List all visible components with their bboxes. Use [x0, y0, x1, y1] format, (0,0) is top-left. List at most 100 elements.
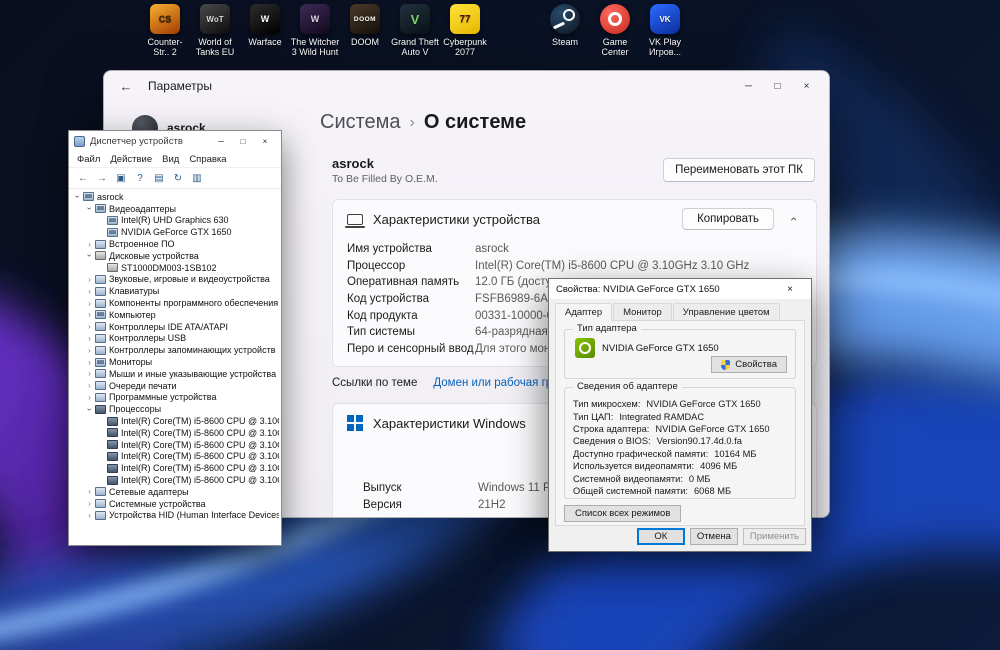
- tree-expander-icon[interactable]: ›: [85, 369, 94, 378]
- desktop-icon-doom[interactable]: DOOM DOOM: [340, 4, 390, 47]
- desktop-icon-cyberpunk[interactable]: 77 Cyberpunk 2077: [440, 4, 490, 57]
- tree-expander-icon[interactable]: ›: [85, 405, 94, 414]
- list-all-modes-button[interactable]: Список всех режимов: [564, 505, 682, 522]
- menu-item[interactable]: Вид: [157, 154, 184, 165]
- tree-expander-icon[interactable]: ›: [85, 487, 94, 496]
- tree-item[interactable]: ST1000DM003-1SB102: [71, 262, 279, 274]
- tree-expander-icon[interactable]: ›: [85, 251, 94, 260]
- spec-row: Сведения о BIOS: Version90.17.4d.0.fa: [573, 435, 791, 447]
- tree-item[interactable]: › Сетевые адаптеры: [71, 486, 279, 498]
- menu-item[interactable]: Действие: [105, 154, 157, 165]
- tree-expander-icon[interactable]: ›: [85, 393, 94, 402]
- tree-item[interactable]: › Контроллеры IDE ATA/ATAPI: [71, 321, 279, 333]
- tree-expander-icon[interactable]: ›: [85, 346, 94, 355]
- back-icon[interactable]: ←: [75, 170, 91, 186]
- minimize-button[interactable]: ─: [210, 133, 232, 149]
- cancel-button[interactable]: Отмена: [689, 528, 738, 545]
- menu-item[interactable]: Файл: [72, 154, 105, 165]
- rename-pc-button[interactable]: Переименовать этот ПК: [663, 158, 815, 182]
- software-component-icon: [95, 298, 106, 308]
- ok-button[interactable]: ОК: [636, 528, 685, 545]
- copy-button[interactable]: Копировать: [682, 208, 774, 230]
- adapter-properties-button[interactable]: Свойства: [711, 356, 787, 373]
- tree-item[interactable]: › Очереди печати: [71, 380, 279, 392]
- tree-expander-icon[interactable]: ›: [85, 322, 94, 331]
- tree-expander-icon[interactable]: ›: [85, 381, 94, 390]
- tree-item[interactable]: › Звуковые, игровые и видеоустройства: [71, 274, 279, 286]
- maximize-button[interactable]: □: [232, 133, 254, 149]
- console-icon[interactable]: ▣: [113, 170, 129, 186]
- mouse-icon: [95, 369, 106, 379]
- close-button[interactable]: ×: [792, 74, 821, 98]
- maximize-button[interactable]: □: [763, 74, 792, 98]
- desktop-icon-steam[interactable]: Steam: [540, 4, 590, 47]
- spec-label: Версия: [363, 498, 402, 511]
- tree-item[interactable]: Intel(R) Core(TM) i5-8600 CPU @ 3.10GHz: [71, 451, 279, 463]
- refresh-icon[interactable]: ↻: [170, 170, 186, 186]
- tree-expander-icon[interactable]: ›: [85, 499, 94, 508]
- tree-item[interactable]: › Компьютер: [71, 309, 279, 321]
- tree-item[interactable]: › Мыши и иные указывающие устройства: [71, 368, 279, 380]
- settings-titlebar[interactable]: ← Параметры ─ □ ×: [104, 71, 829, 101]
- tree-expander-icon[interactable]: ›: [85, 287, 94, 296]
- software-device-icon: [95, 392, 106, 402]
- tree-expander-icon[interactable]: ›: [85, 240, 94, 249]
- tree-item[interactable]: › Мониторы: [71, 356, 279, 368]
- tab-adapter[interactable]: Адаптер: [555, 303, 613, 321]
- spec-row: Системной видеопамяти: 0 МБ: [573, 472, 791, 484]
- menu-item[interactable]: Справка: [184, 154, 231, 165]
- tree-item[interactable]: › Системные устройства: [71, 498, 279, 510]
- breadcrumb-system[interactable]: Система: [320, 111, 401, 134]
- tree-expander-icon[interactable]: ›: [73, 192, 82, 201]
- tab-monitor[interactable]: Монитор: [613, 303, 672, 321]
- tree-item[interactable]: › asrock: [71, 191, 279, 203]
- tree-item[interactable]: Intel(R) Core(TM) i5-8600 CPU @ 3.10GHz: [71, 474, 279, 486]
- help-icon[interactable]: ?: [132, 170, 148, 186]
- tree-expander-icon[interactable]: ›: [85, 299, 94, 308]
- chevron-up-icon[interactable]: ›: [786, 210, 800, 228]
- tree-item[interactable]: › Процессоры: [71, 403, 279, 415]
- desktop-icon-gamecenter[interactable]: Game Center: [590, 4, 640, 57]
- apply-button[interactable]: Применить: [742, 528, 806, 545]
- tree-expander-icon[interactable]: ›: [85, 358, 94, 367]
- tree-item[interactable]: Intel(R) Core(TM) i5-8600 CPU @ 3.10GHz: [71, 427, 279, 439]
- tree-item-label: Контроллеры запоминающих устройств: [109, 345, 276, 356]
- tree-item[interactable]: › Клавиатуры: [71, 285, 279, 297]
- desktop-icon-cs2[interactable]: CS Counter-Str.. 2: [140, 4, 190, 57]
- tree-item[interactable]: › Устройства HID (Human Interface Devices…: [71, 510, 279, 522]
- tree-item[interactable]: › Встроенное ПО: [71, 238, 279, 250]
- minimize-button[interactable]: ─: [734, 74, 763, 98]
- tree-item[interactable]: › Программные устройства: [71, 392, 279, 404]
- tree-item[interactable]: Intel(R) Core(TM) i5-8600 CPU @ 3.10GHz: [71, 462, 279, 474]
- device-specs-header[interactable]: Характеристики устройства Копировать ›: [333, 200, 816, 238]
- device-manager-titlebar[interactable]: Диспетчер устройств ─ □ ×: [69, 131, 281, 151]
- desktop-icon-warface[interactable]: W Warface: [240, 4, 290, 47]
- tree-item[interactable]: › Контроллеры запоминающих устройств: [71, 344, 279, 356]
- desktop-icon-gtav[interactable]: V Grand Theft Auto V: [390, 4, 440, 57]
- desktop-icon-witcher3[interactable]: W The Witcher 3 Wild Hunt: [290, 4, 340, 57]
- tree-expander-icon[interactable]: ›: [85, 511, 94, 520]
- close-button[interactable]: ×: [254, 133, 276, 149]
- tree-item[interactable]: › Дисковые устройства: [71, 250, 279, 262]
- tree-expander-icon[interactable]: ›: [85, 334, 94, 343]
- tree-expander-icon[interactable]: ›: [85, 310, 94, 319]
- devices-icon[interactable]: ▤: [151, 170, 167, 186]
- tree-item[interactable]: Intel(R) Core(TM) i5-8600 CPU @ 3.10GHz: [71, 415, 279, 427]
- tree-expander-icon[interactable]: ›: [85, 275, 94, 284]
- back-button[interactable]: ←: [112, 75, 140, 97]
- tree-item[interactable]: Intel(R) UHD Graphics 630: [71, 215, 279, 227]
- tree-item[interactable]: › Видеоадаптеры: [71, 203, 279, 215]
- close-button[interactable]: ×: [776, 279, 804, 299]
- tree-expander-icon[interactable]: ›: [85, 204, 94, 213]
- tree-item-label: Intel(R) Core(TM) i5-8600 CPU @ 3.10GHz: [121, 427, 279, 438]
- tree-item[interactable]: › Контроллеры USB: [71, 333, 279, 345]
- tree-item[interactable]: Intel(R) Core(TM) i5-8600 CPU @ 3.10GHz: [71, 439, 279, 451]
- tree-item[interactable]: › Компоненты программного обеспечения: [71, 297, 279, 309]
- properties-icon[interactable]: ▥: [189, 170, 205, 186]
- tab-color-management[interactable]: Управление цветом: [672, 303, 780, 321]
- desktop-icon-vkplay[interactable]: VK VK Play Игров...: [640, 4, 690, 57]
- tree-item[interactable]: NVIDIA GeForce GTX 1650: [71, 226, 279, 238]
- forward-icon[interactable]: →: [94, 170, 110, 186]
- desktop-icon-wot[interactable]: WoT World of Tanks EU: [190, 4, 240, 57]
- gpu-dialog-titlebar[interactable]: Свойства: NVIDIA GeForce GTX 1650 ×: [549, 279, 811, 299]
